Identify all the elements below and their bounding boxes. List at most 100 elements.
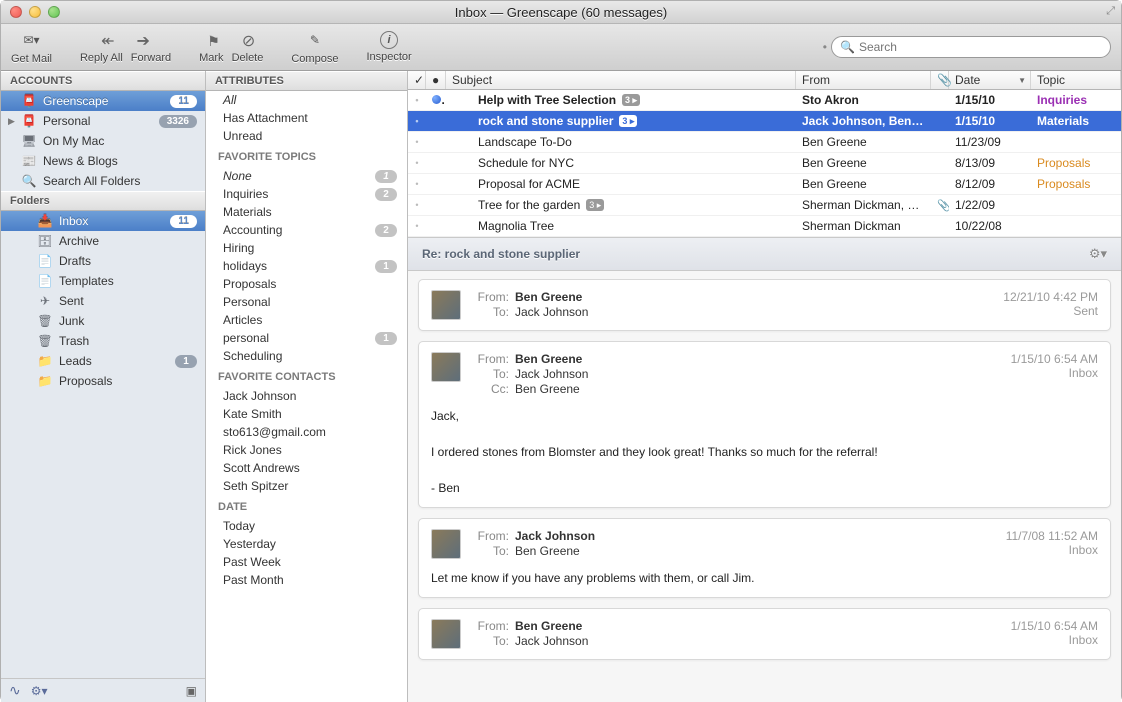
count-badge: 1 — [375, 332, 397, 345]
favorite-topic-item[interactable]: Personal — [206, 293, 407, 311]
folder-sent[interactable]: ✈︎Sent — [1, 291, 205, 311]
search-input[interactable] — [859, 40, 1102, 54]
favorite-topic-item[interactable]: Inquiries2 — [206, 185, 407, 203]
from-column[interactable]: From — [796, 71, 931, 89]
message-row[interactable]: •Magnolia TreeSherman Dickman10/22/08 — [408, 216, 1121, 237]
favorite-contact-item[interactable]: sto613@gmail.com — [206, 423, 407, 441]
message-row[interactable]: •rock and stone supplier3 ▸Jack Johnson,… — [408, 111, 1121, 132]
get-mail-button[interactable]: ✉︎▾ Get Mail — [11, 29, 52, 65]
account-search-all-folders[interactable]: 🔍Search All Folders — [1, 171, 205, 191]
topic-column[interactable]: Topic — [1031, 71, 1121, 89]
folder-junk[interactable]: 🗑Junk — [1, 311, 205, 331]
folder-proposals[interactable]: 📁Proposals — [1, 371, 205, 391]
mark-button[interactable]: ⚑ — [207, 33, 220, 50]
folder-templates[interactable]: 📄Templates — [1, 271, 205, 291]
date-filter-item[interactable]: Yesterday — [206, 535, 407, 553]
accounts-header: ACCOUNTS — [1, 71, 205, 91]
account-news-&-blogs[interactable]: 📰News & Blogs — [1, 151, 205, 171]
favorite-topic-item[interactable]: Articles — [206, 311, 407, 329]
folder-icon: 📁 — [37, 373, 53, 389]
message-date: 10/22/08 — [949, 219, 1031, 233]
favorite-contact-item[interactable]: Rick Jones — [206, 441, 407, 459]
favorite-topic-item[interactable]: None1 — [206, 167, 407, 185]
folder-inbox[interactable]: 📥Inbox11 — [1, 211, 205, 231]
inspector-button[interactable]: i Inspector — [366, 31, 411, 63]
info-icon: i — [380, 31, 398, 49]
compose-button[interactable]: ✎ Compose — [291, 29, 338, 65]
message-card[interactable]: From:Ben GreeneTo:Jack Johnson1/15/10 6:… — [418, 608, 1111, 660]
thread-gear-icon[interactable]: ⚙▾ — [1089, 246, 1107, 262]
count-badge: 11 — [170, 215, 197, 228]
subject-column[interactable]: Subject — [446, 71, 796, 89]
favorite-topic-item[interactable]: Proposals — [206, 275, 407, 293]
favorite-contact-item[interactable]: Kate Smith — [206, 405, 407, 423]
card-folder: Inbox — [1011, 633, 1098, 647]
message-subject: Landscape To-Do — [446, 135, 796, 149]
attribute-item[interactable]: All — [206, 91, 407, 109]
message-date: 1/15/10 — [949, 114, 1031, 128]
count-badge: 1 — [375, 260, 397, 273]
status-column[interactable]: ✓ — [408, 71, 426, 89]
favorite-topic-item[interactable]: Scheduling — [206, 347, 407, 365]
favorite-contact-item[interactable]: Scott Andrews — [206, 459, 407, 477]
date-column[interactable]: Date▼ — [949, 71, 1031, 89]
collapse-icon[interactable]: ▣ — [186, 684, 197, 698]
search-field[interactable]: 🔍 — [831, 36, 1111, 58]
folder-drafts[interactable]: 📄Drafts — [1, 251, 205, 271]
message-card[interactable]: From:Ben GreeneTo:Jack Johnson12/21/10 4… — [418, 279, 1111, 331]
fullscreen-icon[interactable]: ⤢ — [1106, 5, 1115, 18]
message-row[interactable]: •Schedule for NYCBen Greene8/13/09Propos… — [408, 153, 1121, 174]
message-from: Ben Greene — [796, 156, 931, 170]
delete-button[interactable]: ⊘ — [242, 31, 255, 51]
message-row[interactable]: •Tree for the garden3 ▸Sherman Dickman, … — [408, 195, 1121, 216]
account-greenscape[interactable]: 📮Greenscape11 — [1, 91, 205, 111]
folder-trash[interactable]: 🗑Trash — [1, 331, 205, 351]
card-timestamp: 1/15/10 6:54 AM — [1011, 352, 1098, 366]
envelope-icon: ✉︎▾ — [23, 29, 39, 51]
favorite-topic-item[interactable]: personal1 — [206, 329, 407, 347]
avatar — [431, 290, 461, 320]
message-card[interactable]: From:Jack JohnsonTo:Ben Greene11/7/08 11… — [418, 518, 1111, 598]
message-from: Sto Akron — [796, 93, 931, 107]
count-badge: 11 — [170, 95, 197, 108]
favorite-topic-item[interactable]: Hiring — [206, 239, 407, 257]
date-filter-item[interactable]: Past Week — [206, 553, 407, 571]
message-topic: Materials — [1031, 114, 1121, 128]
favorite-contact-item[interactable]: Jack Johnson — [206, 387, 407, 405]
message-row[interactable]: •Help with Tree Selection3 ▸Sto Akron1/1… — [408, 90, 1121, 111]
folder-leads[interactable]: 📁Leads1 — [1, 351, 205, 371]
message-row[interactable]: •Landscape To-DoBen Greene11/23/09 — [408, 132, 1121, 153]
message-from: Sherman Dickman — [796, 219, 931, 233]
attribute-item[interactable]: Has Attachment — [206, 109, 407, 127]
account-personal[interactable]: ▶📮Personal3326 — [1, 111, 205, 131]
forward-button[interactable]: ➔ — [137, 31, 150, 51]
date-filter-item[interactable]: Past Month — [206, 571, 407, 589]
favorite-topic-item[interactable]: Materials — [206, 203, 407, 221]
thread-count-badge: 3 ▸ — [619, 115, 637, 127]
blue-column[interactable]: ● — [426, 71, 446, 89]
avatar — [431, 619, 461, 649]
message-card[interactable]: From:Ben GreeneTo:Jack JohnsonCc:Ben Gre… — [418, 341, 1111, 508]
date-header: DATE — [206, 495, 407, 517]
card-from: Ben Greene — [515, 619, 582, 634]
favorite-contact-item[interactable]: Seth Spitzer — [206, 477, 407, 495]
accounts-sidebar: ACCOUNTS 📮Greenscape11▶📮Personal3326🖥On … — [1, 71, 206, 702]
card-to: Jack Johnson — [515, 634, 588, 649]
card-folder: Inbox — [1006, 543, 1098, 557]
attribute-item[interactable]: Unread — [206, 127, 407, 145]
activity-icon[interactable]: ∿ — [9, 682, 21, 699]
message-row[interactable]: •Proposal for ACMEBen Greene8/12/09Propo… — [408, 174, 1121, 195]
gear-icon[interactable]: ⚙▾ — [31, 684, 48, 698]
date-filter-item[interactable]: Today — [206, 517, 407, 535]
message-subject: Schedule for NYC — [446, 156, 796, 170]
favorite-topic-item[interactable]: Accounting2 — [206, 221, 407, 239]
card-timestamp: 1/15/10 6:54 AM — [1011, 619, 1098, 633]
account-on-my-mac[interactable]: 🖥On My Mac — [1, 131, 205, 151]
avatar — [431, 529, 461, 559]
attachment-column[interactable]: 📎 — [931, 71, 949, 89]
favorite-topic-item[interactable]: holidays1 — [206, 257, 407, 275]
reply-all-button[interactable]: ↞ — [101, 31, 114, 51]
folder-archive[interactable]: 🗄Archive — [1, 231, 205, 251]
thread-list[interactable]: From:Ben GreeneTo:Jack Johnson12/21/10 4… — [408, 271, 1121, 702]
message-date: 8/13/09 — [949, 156, 1031, 170]
